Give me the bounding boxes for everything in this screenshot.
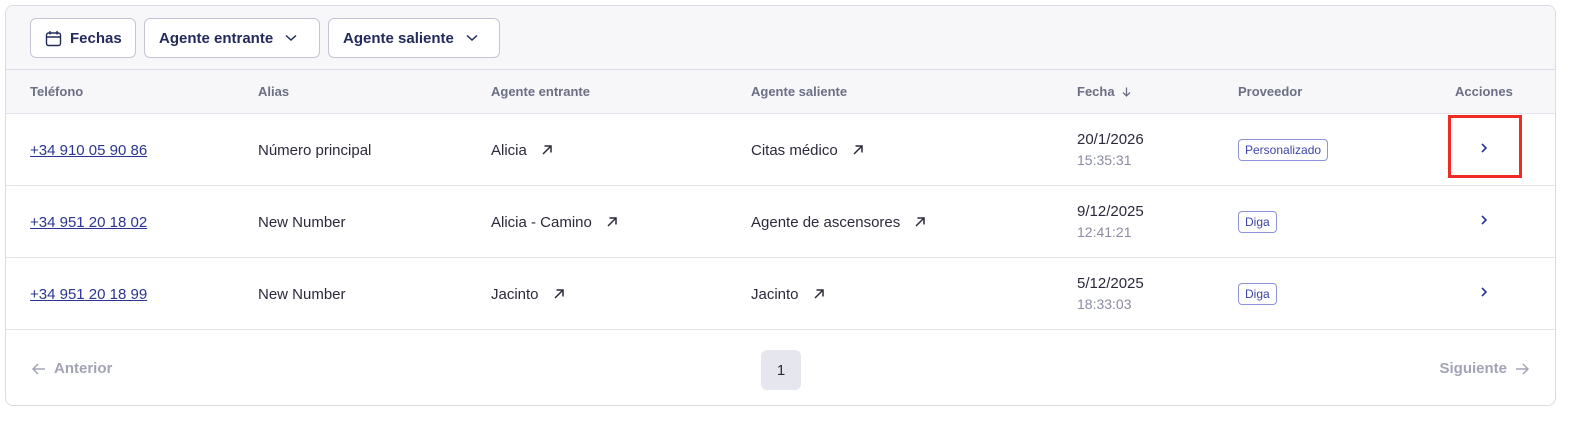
header-outbound-agent: Agente saliente — [751, 84, 848, 99]
header-inbound-agent: Agente entrante — [491, 84, 590, 99]
page-number-button[interactable]: 1 — [761, 350, 801, 390]
alias-cell: New Number — [258, 213, 346, 231]
provider-badge: Diga — [1238, 283, 1277, 305]
chevron-right-icon — [1480, 285, 1488, 303]
arrow-left-icon — [32, 362, 46, 375]
table-row: +34 910 05 90 86 Número principal Alicia… — [6, 114, 1555, 186]
next-page-label: Siguiente — [1439, 360, 1507, 377]
table-header: Teléfono Alias Agente entrante Agente sa… — [6, 70, 1555, 114]
arrow-up-right-icon[interactable] — [914, 216, 926, 228]
inbound-agent-filter-button[interactable]: Agente entrante — [144, 18, 320, 58]
provider-badge: Personalizado — [1238, 139, 1329, 161]
header-provider: Proveedor — [1238, 84, 1303, 99]
inbound-agent-name: Alicia - Camino — [491, 213, 592, 231]
pagination: Anterior 1 Siguiente — [6, 330, 1555, 405]
time-value: 12:41:21 — [1077, 224, 1132, 240]
date-value: 5/12/2025 — [1077, 275, 1144, 292]
date-cell: 9/12/2025 12:41:21 — [1077, 186, 1144, 258]
outbound-agent-cell: Citas médico — [751, 114, 864, 186]
header-date-sort[interactable]: Fecha — [1077, 70, 1131, 114]
row-action-button[interactable] — [1448, 258, 1520, 330]
row-action-button[interactable] — [1448, 114, 1520, 186]
arrow-up-right-icon[interactable] — [606, 216, 618, 228]
date-cell: 5/12/2025 18:33:03 — [1077, 258, 1144, 330]
outbound-agent-cell: Jacinto — [751, 258, 825, 330]
time-value: 18:33:03 — [1077, 296, 1132, 312]
header-actions: Acciones — [1455, 84, 1513, 99]
arrow-right-icon — [1515, 362, 1529, 375]
dates-filter-button[interactable]: Fechas — [30, 18, 136, 58]
provider-badge: Diga — [1238, 211, 1277, 233]
outbound-agent-name: Jacinto — [751, 285, 799, 303]
previous-page-label: Anterior — [54, 360, 113, 377]
inbound-agent-name: Jacinto — [491, 285, 539, 303]
date-cell: 20/1/2026 15:35:31 — [1077, 114, 1144, 186]
outbound-agent-name: Agente de ascensores — [751, 213, 901, 231]
next-page-button[interactable]: Siguiente — [1439, 330, 1529, 405]
filters-bar: Fechas Agente entrante Agente saliente — [6, 6, 1555, 70]
chevron-right-icon — [1480, 141, 1488, 159]
chevron-down-icon — [466, 34, 478, 42]
arrow-up-right-icon[interactable] — [852, 144, 864, 156]
header-alias: Alias — [258, 84, 290, 99]
arrow-up-right-icon[interactable] — [541, 144, 553, 156]
inbound-agent-name: Alicia — [491, 141, 527, 159]
arrow-down-icon — [1122, 71, 1131, 115]
outbound-agent-filter-button[interactable]: Agente saliente — [328, 18, 500, 58]
chevron-right-icon — [1480, 213, 1488, 231]
time-value: 15:35:31 — [1077, 152, 1132, 168]
phone-number-link[interactable]: +34 951 20 18 02 — [30, 214, 147, 231]
inbound-agent-filter-label: Agente entrante — [159, 29, 274, 47]
chevron-down-icon — [285, 34, 297, 42]
previous-page-button[interactable]: Anterior — [32, 330, 113, 405]
calendar-icon — [45, 30, 62, 47]
arrow-up-right-icon[interactable] — [813, 288, 825, 300]
dates-filter-label: Fechas — [70, 29, 122, 47]
header-phone: Teléfono — [30, 84, 84, 99]
inbound-agent-cell: Alicia — [491, 114, 553, 186]
outbound-agent-cell: Agente de ascensores — [751, 186, 926, 258]
date-value: 20/1/2026 — [1077, 131, 1144, 148]
table-row: +34 951 20 18 02 New Number Alicia - Cam… — [6, 186, 1555, 258]
outbound-agent-filter-label: Agente saliente — [343, 29, 454, 47]
inbound-agent-cell: Alicia - Camino — [491, 186, 618, 258]
alias-cell: New Number — [258, 285, 346, 303]
phone-number-link[interactable]: +34 951 20 18 99 — [30, 286, 147, 303]
inbound-agent-cell: Jacinto — [491, 258, 565, 330]
outbound-agent-name: Citas médico — [751, 141, 838, 159]
header-date-label: Fecha — [1077, 84, 1115, 99]
table-row: +34 951 20 18 99 New Number Jacinto Jaci… — [6, 258, 1555, 330]
row-action-button[interactable] — [1448, 186, 1520, 258]
arrow-up-right-icon[interactable] — [553, 288, 565, 300]
phone-number-link[interactable]: +34 910 05 90 86 — [30, 142, 147, 159]
alias-cell: Número principal — [258, 141, 372, 159]
phone-numbers-card: Fechas Agente entrante Agente saliente T… — [5, 5, 1556, 406]
date-value: 9/12/2025 — [1077, 203, 1144, 220]
